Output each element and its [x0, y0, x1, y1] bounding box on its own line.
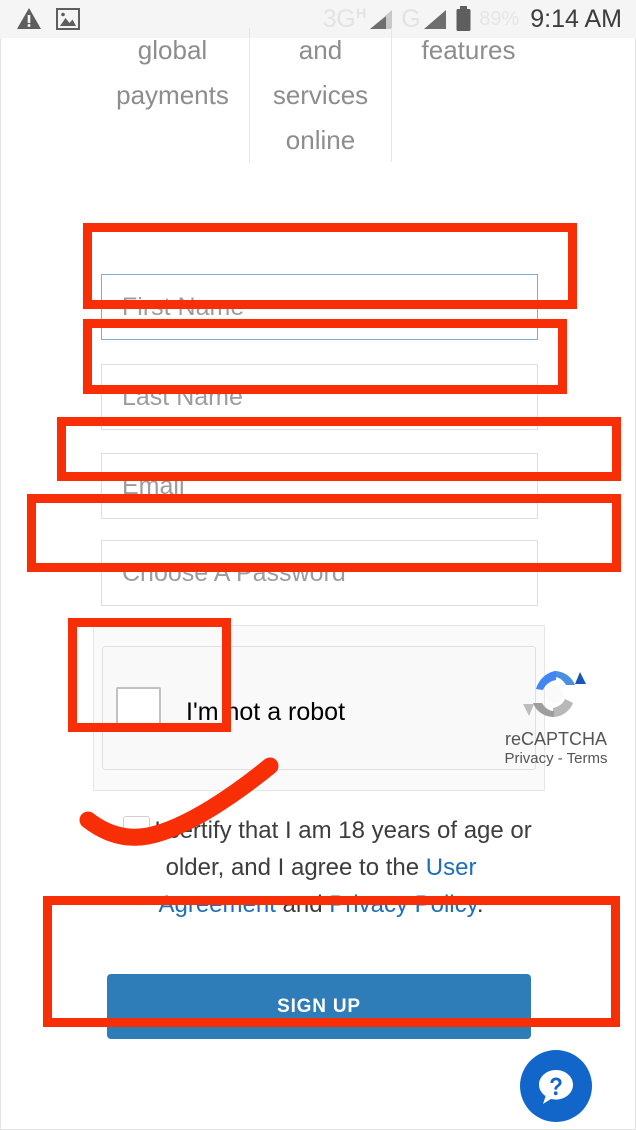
recaptcha-logo-icon	[523, 667, 587, 725]
network-hspa-superscript: H	[356, 5, 367, 21]
feature-col2-line3: online	[285, 125, 356, 155]
feature-col2-line1: and	[298, 35, 343, 65]
feature-col1-line1: global	[137, 35, 208, 65]
privacy-policy-link[interactable]: Privacy Policy	[329, 891, 477, 918]
signup-page: global payments and services online feat…	[0, 28, 636, 1130]
password-input[interactable]	[101, 540, 538, 606]
recaptcha-label: I'm not a robot	[186, 698, 346, 726]
certify-text-part3: .	[476, 891, 484, 918]
last-name-input[interactable]	[101, 364, 538, 430]
feature-col1-line2: payments	[116, 80, 229, 110]
first-name-input[interactable]	[101, 274, 538, 340]
sign-up-button[interactable]: SIGN UP	[107, 974, 531, 1039]
feature-column-1: global payments	[97, 28, 248, 162]
feature-column-2: and services online	[249, 28, 392, 162]
certify-text-part2: and	[275, 891, 330, 918]
question-speech-bubble-icon	[533, 1063, 579, 1109]
feature-col3-line1: features	[421, 35, 516, 65]
feature-column-3: features	[393, 28, 544, 162]
battery-percent-label: 89%	[479, 8, 520, 30]
image-icon	[56, 8, 80, 30]
recaptcha-privacy-terms-label[interactable]: Privacy - Terms	[497, 749, 615, 769]
feature-columns: global payments and services online feat…	[1, 28, 635, 162]
recaptcha-checkbox[interactable]	[116, 687, 161, 732]
certify-age-text: I certify that I am 18 years of age or o…	[106, 812, 536, 923]
recaptcha-brand-label: reCAPTCHA	[504, 729, 607, 749]
email-input[interactable]	[101, 453, 538, 519]
feature-col2-line2: services	[272, 80, 369, 110]
help-button[interactable]	[520, 1050, 592, 1122]
